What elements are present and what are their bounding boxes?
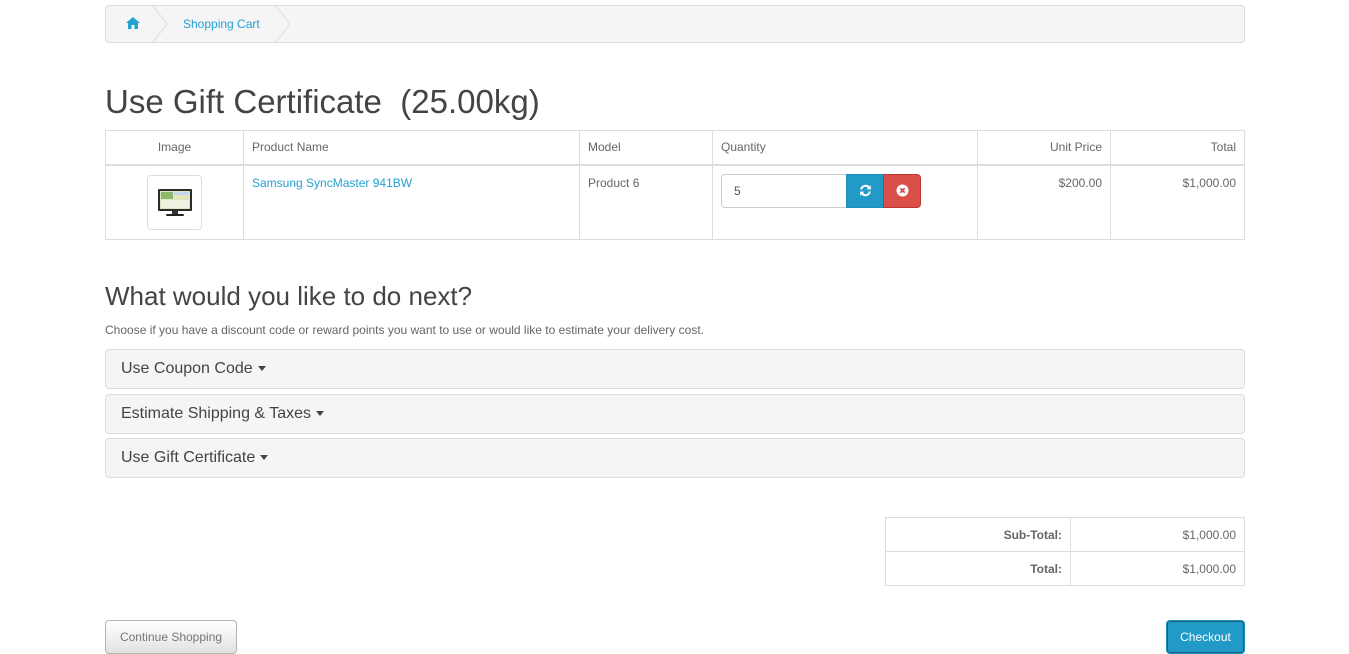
remove-item-button[interactable]	[883, 174, 921, 208]
coupon-code-panel[interactable]: Use Coupon Code	[105, 349, 1245, 389]
coupon-code-panel-title: Use Coupon Code	[121, 350, 266, 388]
home-icon	[126, 17, 140, 29]
total-label: Total:	[885, 551, 1071, 586]
gift-certificate-panel-title: Use Gift Certificate	[121, 439, 269, 477]
column-header-model: Model	[579, 130, 713, 166]
product-thumbnail[interactable]	[147, 175, 202, 230]
quantity-cell	[712, 164, 978, 240]
coupon-code-panel-label: Use Coupon Code	[121, 360, 253, 377]
table-row: Sub-Total: $1,000.00	[885, 517, 1245, 552]
column-header-unit-price: Unit Price	[977, 130, 1111, 166]
table-row: Total: $1,000.00	[885, 551, 1245, 586]
cart-table: Image Product Name Model Quantity Unit P…	[105, 130, 1245, 240]
product-name-cell: Samsung SyncMaster 941BW	[243, 164, 580, 240]
breadcrumb-home[interactable]	[126, 6, 142, 42]
gift-certificate-panel-label: Use Gift Certificate	[121, 449, 256, 466]
quantity-group	[721, 174, 921, 208]
next-steps-description: Choose if you have a discount code or re…	[105, 323, 704, 337]
product-name-link[interactable]: Samsung SyncMaster 941BW	[252, 176, 412, 190]
breadcrumb-separator	[276, 6, 292, 42]
estimate-shipping-panel[interactable]: Estimate Shipping & Taxes	[105, 394, 1245, 434]
subtotal-label: Sub-Total:	[885, 517, 1071, 552]
cart-table-header: Image Product Name Model Quantity Unit P…	[105, 130, 1245, 166]
estimate-shipping-panel-title: Estimate Shipping & Taxes	[121, 395, 325, 433]
column-header-quantity: Quantity	[712, 130, 978, 166]
update-quantity-button[interactable]	[846, 174, 884, 208]
page-title-text: Use Gift Certificate	[105, 83, 382, 120]
cart-weight: (25.00kg)	[400, 83, 540, 120]
caret-down-icon	[260, 455, 269, 461]
caret-down-icon	[257, 366, 266, 372]
continue-shopping-button[interactable]: Continue Shopping	[105, 620, 237, 654]
checkout-button[interactable]: Checkout	[1166, 620, 1245, 654]
breadcrumb: Shopping Cart	[105, 5, 1245, 43]
quantity-input[interactable]	[721, 174, 847, 208]
breadcrumb-shopping-cart[interactable]: Shopping Cart	[183, 6, 260, 42]
remove-circle-icon	[896, 184, 909, 197]
caret-down-icon	[316, 411, 325, 417]
row-total: $1,000.00	[1110, 164, 1245, 240]
column-header-total: Total	[1110, 130, 1245, 166]
total-value: $1,000.00	[1070, 551, 1245, 586]
refresh-icon	[860, 184, 871, 197]
gift-certificate-panel[interactable]: Use Gift Certificate	[105, 438, 1245, 478]
page-title: Use Gift Certificate (25.00kg)	[105, 82, 540, 122]
product-model: Product 6	[579, 164, 713, 240]
column-header-product-name: Product Name	[243, 130, 580, 166]
column-header-image: Image	[105, 130, 244, 166]
breadcrumb-separator	[153, 6, 169, 42]
unit-price: $200.00	[977, 164, 1111, 240]
subtotal-value: $1,000.00	[1070, 517, 1245, 552]
table-row: Samsung SyncMaster 941BW Product 6 5 $20…	[105, 164, 1245, 240]
product-image-cell	[105, 164, 244, 240]
estimate-shipping-panel-label: Estimate Shipping & Taxes	[121, 405, 312, 422]
totals-table: Sub-Total: $1,000.00 Total: $1,000.00	[885, 517, 1245, 586]
next-steps-title: What would you like to do next?	[105, 281, 473, 311]
monitor-thumbnail-icon	[158, 189, 192, 216]
